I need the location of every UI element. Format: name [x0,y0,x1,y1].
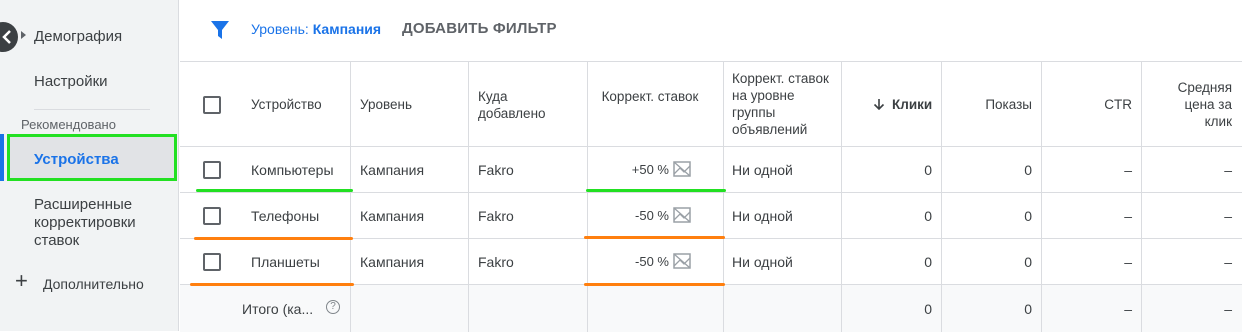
level-filter-value: Кампания [312,21,382,37]
clicks-cell: 0 [924,162,932,178]
device-name[interactable]: Телефоны [251,208,319,224]
impressions-cell: 0 [1024,208,1032,224]
header-device[interactable]: Устройство [251,96,322,113]
add-filter-button[interactable]: ДОБАВИТЬ ФИЛЬТР [402,20,557,37]
header-ctr[interactable]: CTR [1050,96,1132,113]
added-to-cell[interactable]: Fakro [478,208,514,224]
level-cell: Кампания [360,208,425,224]
header-clicks[interactable]: Клики [892,96,932,113]
device-name[interactable]: Компьютеры [251,162,334,178]
devices-table: Устройство Уровень Куда добавлено Коррек… [180,61,1242,332]
section-label-recommended: Рекомендовано [21,117,116,132]
avg-cpc-cell: – [1224,208,1232,224]
edit-bid-icon[interactable] [673,253,691,269]
group-bid-cell: Ни одной [732,208,793,224]
ctr-cell: – [1124,162,1132,178]
chevron-left-icon [2,30,11,44]
header-bid-adjustment[interactable]: Коррект. ставок [600,88,700,105]
header-level[interactable]: Уровень [360,96,412,113]
level-filter-chip[interactable]: Уровень: Кампания [251,21,381,37]
clicks-cell: 0 [924,208,932,224]
avg-cpc-cell: – [1224,254,1232,270]
highlight-underline-orange [190,283,354,286]
sort-down-icon[interactable] [873,98,885,110]
divider [34,109,150,110]
total-avg-cpc: – [1224,301,1232,317]
highlight-underline-orange [584,283,725,286]
bid-adjustment-cell[interactable]: -50 % [600,254,669,269]
sidebar: Демография Настройки Рекомендовано Устро… [0,0,179,331]
row-checkbox[interactable] [203,207,221,225]
sidebar-item-demography[interactable]: Демография [34,28,122,45]
select-all-checkbox[interactable] [203,96,221,114]
sidebar-item-settings[interactable]: Настройки [34,73,108,90]
total-label: Итого (ка... [242,301,314,317]
impressions-cell: 0 [1024,254,1032,270]
help-icon[interactable]: ? [326,300,340,314]
group-bid-cell: Ни одной [732,162,793,178]
total-clicks: 0 [924,301,932,317]
added-to-cell[interactable]: Fakro [478,162,514,178]
sidebar-item-more[interactable]: Дополнительно [43,276,144,292]
total-ctr: – [1124,301,1132,317]
clicks-cell: 0 [924,254,932,270]
highlight-underline-green [586,189,726,192]
plus-icon[interactable]: + [15,268,28,294]
level-filter-prefix: Уровень: [251,21,309,37]
collapse-sidebar-button[interactable] [0,22,18,52]
filter-icon[interactable] [210,20,230,40]
impressions-cell: 0 [1024,162,1032,178]
active-indicator [0,134,4,181]
row-checkbox[interactable] [203,161,221,179]
added-to-cell[interactable]: Fakro [478,254,514,270]
highlight-underline-orange [194,237,353,240]
highlight-underline-orange [584,236,725,239]
total-impressions: 0 [1024,301,1032,317]
edit-bid-icon[interactable] [673,161,691,177]
bid-adjustment-cell[interactable]: +50 % [600,162,669,177]
header-impressions[interactable]: Показы [950,96,1032,113]
header-bid-adjustment-group[interactable]: Коррект. ставок на уровне группы объявле… [732,70,837,138]
group-bid-cell: Ни одной [732,254,793,270]
avg-cpc-cell: – [1224,162,1232,178]
highlight-underline-green [196,189,353,192]
ctr-cell: – [1124,254,1132,270]
level-cell: Кампания [360,162,425,178]
header-added-to[interactable]: Куда добавлено [478,88,563,122]
device-name[interactable]: Планшеты [251,254,320,270]
expand-arrow-icon [21,31,26,39]
sidebar-item-devices-label: Устройства [34,151,119,168]
sidebar-item-advanced-bid[interactable]: Расширенные корректировки ставок [34,196,174,250]
edit-bid-icon[interactable] [673,207,691,223]
row-checkbox[interactable] [203,253,221,271]
ctr-cell: – [1124,208,1132,224]
header-avg-cpc[interactable]: Средняя цена за клик [1155,79,1232,130]
bid-adjustment-cell[interactable]: -50 % [600,208,669,223]
level-cell: Кампания [360,254,425,270]
